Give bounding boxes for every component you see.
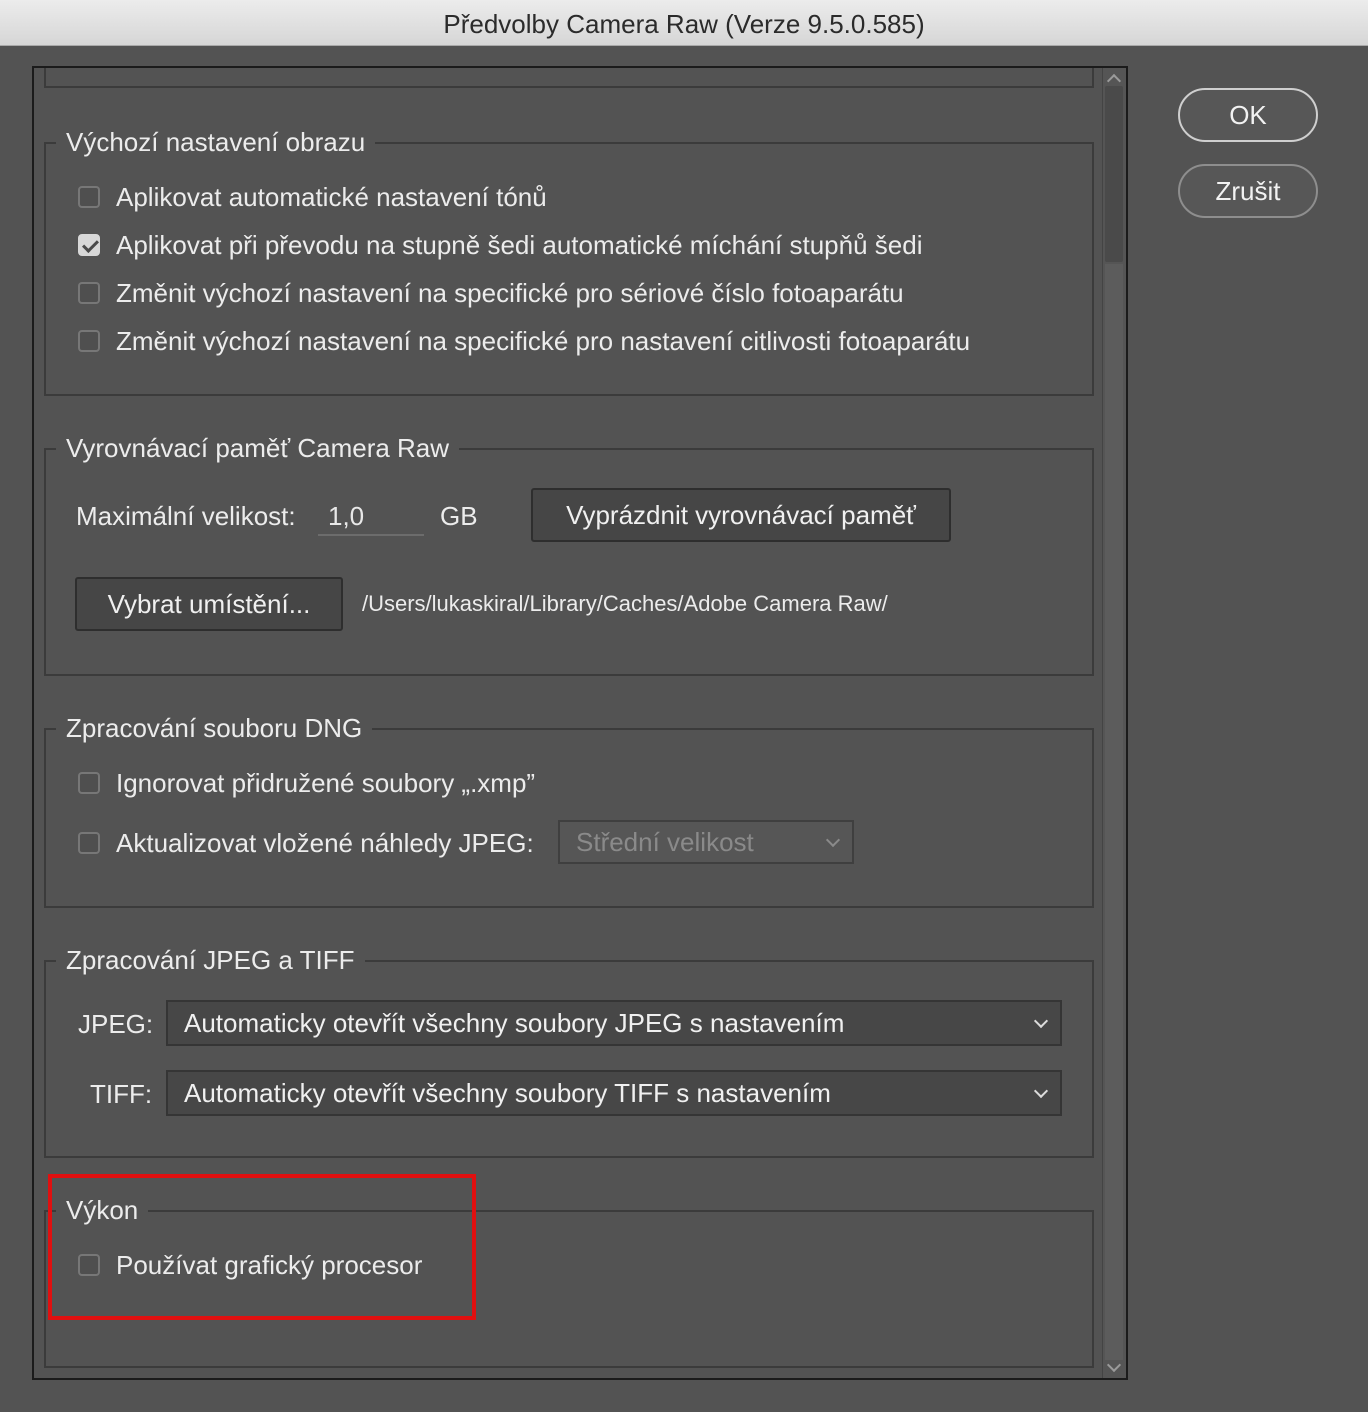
jpeg-tiff-title: Zpracování JPEG a TIFF — [56, 944, 365, 976]
chevron-down-icon — [825, 832, 841, 848]
preview-size-value: Střední velikost — [576, 826, 754, 857]
cache-group — [44, 448, 1094, 676]
purge-cache-button[interactable]: Vyprázdnit vyrovnávací paměť — [531, 488, 951, 542]
auto-tone-checkbox[interactable] — [78, 186, 100, 208]
jpeg-handling-select[interactable]: Automaticky otevřít všechny soubory JPEG… — [166, 1000, 1062, 1046]
highlight-box — [48, 1174, 476, 1320]
auto-tone-label: Aplikovat automatické nastavení tónů — [116, 181, 547, 212]
tiff-handling-value: Automaticky otevřít všechny soubory TIFF… — [184, 1077, 831, 1108]
jpeg-handling-value: Automaticky otevřít všechny soubory JPEG… — [184, 1007, 845, 1038]
scroll-down-arrow-icon[interactable] — [1106, 1357, 1122, 1373]
dng-title: Zpracování souboru DNG — [56, 712, 373, 744]
option-serial-defaults[interactable]: Změnit výchozí nastavení na specifické p… — [78, 276, 904, 310]
tiff-handling-select[interactable]: Automaticky otevřít všechny soubory TIFF… — [166, 1070, 1062, 1116]
cache-path: /Users/lukaskiral/Library/Caches/Adobe C… — [362, 591, 888, 616]
serial-defaults-label: Změnit výchozí nastavení na specifické p… — [116, 277, 904, 308]
option-ignore-xmp[interactable]: Ignorovat přidružené soubory „.xmp” — [78, 766, 535, 800]
window-titlebar: Předvolby Camera Raw (Verze 9.5.0.585) — [0, 0, 1368, 46]
window-title: Předvolby Camera Raw (Verze 9.5.0.585) — [443, 9, 925, 39]
vertical-scrollbar[interactable] — [1102, 68, 1126, 1378]
cache-size-label: Maximální velikost: — [76, 500, 296, 531]
iso-defaults-label: Změnit výchozí nastavení na specifické p… — [116, 325, 971, 356]
option-auto-tone[interactable]: Aplikovat automatické nastavení tónů — [78, 180, 547, 214]
cache-size-input[interactable] — [318, 498, 424, 536]
update-previews-label: Aktualizovat vložené náhledy JPEG: — [116, 827, 534, 858]
ignore-xmp-label: Ignorovat přidružené soubory „.xmp” — [116, 767, 536, 798]
serial-defaults-checkbox[interactable] — [78, 282, 100, 304]
auto-grayscale-label: Aplikovat při převodu na stupně šedi aut… — [116, 229, 923, 260]
option-update-previews[interactable]: Aktualizovat vložené náhledy JPEG: — [78, 826, 534, 860]
jpeg-label: JPEG: — [78, 1008, 154, 1039]
iso-defaults-checkbox[interactable] — [78, 330, 100, 352]
chevron-down-icon — [1033, 1013, 1049, 1029]
scroll-thumb[interactable] — [1105, 86, 1123, 262]
auto-grayscale-checkbox[interactable] — [78, 234, 100, 256]
preferences-scroll-area[interactable]: Výchozí nastavení obrazu Aplikovat autom… — [32, 66, 1128, 1380]
chevron-down-icon — [1033, 1083, 1049, 1099]
cache-size-unit: GB — [440, 500, 478, 531]
jpeg-tiff-group — [44, 960, 1094, 1158]
cancel-button[interactable]: Zrušit — [1178, 164, 1318, 218]
scroll-track[interactable] — [1105, 264, 1123, 1360]
dng-group — [44, 728, 1094, 908]
select-location-button[interactable]: Vybrat umístění... — [75, 577, 343, 631]
option-iso-defaults[interactable]: Změnit výchozí nastavení na specifické p… — [78, 324, 970, 358]
ok-button[interactable]: OK — [1178, 88, 1318, 142]
previous-group-bottom — [44, 68, 1094, 88]
ignore-xmp-checkbox[interactable] — [78, 772, 100, 794]
tiff-label: TIFF: — [90, 1078, 153, 1109]
preview-size-select: Střední velikost — [558, 820, 854, 864]
cache-title: Vyrovnávací paměť Camera Raw — [56, 432, 460, 464]
image-defaults-title: Výchozí nastavení obrazu — [56, 126, 376, 158]
option-auto-grayscale[interactable]: Aplikovat při převodu na stupně šedi aut… — [78, 228, 922, 262]
update-previews-checkbox[interactable] — [78, 832, 100, 854]
